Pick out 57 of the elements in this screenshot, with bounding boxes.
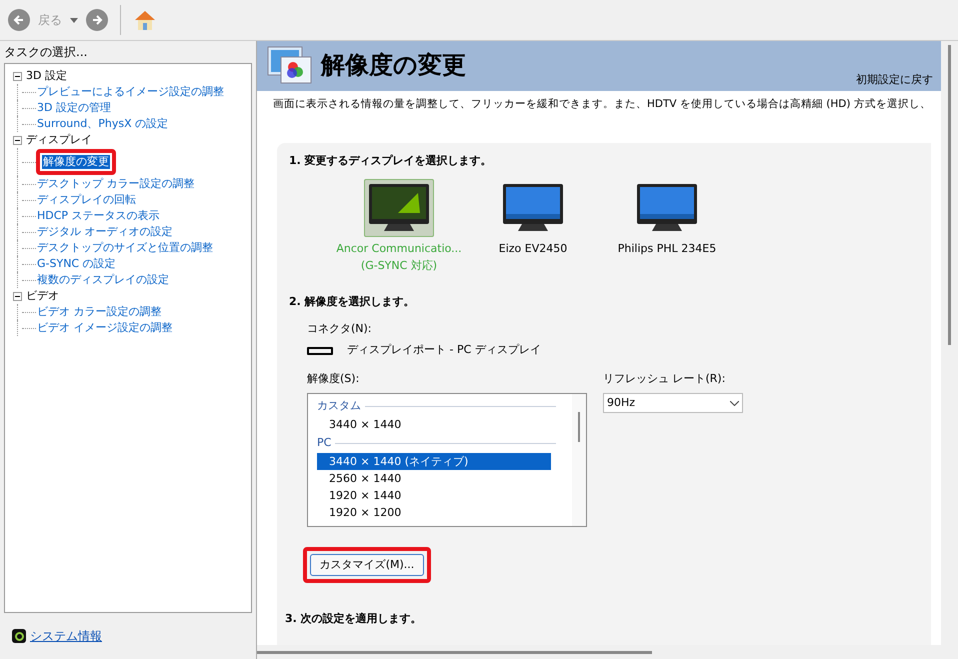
refresh-rate-dropdown[interactable]: 90Hz [603, 393, 743, 414]
display-option[interactable]: Eizo EV2450 [473, 179, 593, 274]
scrollbar-thumb[interactable] [578, 412, 580, 442]
collapse-toggle-icon[interactable] [13, 292, 22, 300]
tree-item[interactable]: 3D 設定の管理 [36, 100, 112, 116]
tree-item[interactable]: プレビューによるイメージ設定の調整 [36, 84, 225, 100]
tree-item[interactable]: ディスプレイの回転 [36, 192, 137, 208]
resolution-label: 解像度(S): [307, 370, 360, 387]
displayport-icon [307, 346, 333, 354]
resolution-option[interactable]: 3440 × 1440 (ネイティブ) [317, 453, 551, 470]
resolution-option[interactable]: 3440 × 1440 [317, 416, 551, 434]
group-header: PC [317, 435, 332, 451]
refresh-rate-label: リフレッシュ レート(R): [603, 370, 726, 387]
resolution-option[interactable]: 1920 × 1200 [317, 504, 551, 522]
monitor-icon [502, 183, 564, 234]
tree-item[interactable]: HDCP ステータスの表示 [36, 208, 161, 224]
tree-category[interactable]: ビデオ [26, 288, 59, 304]
collapse-toggle-icon[interactable] [13, 136, 22, 144]
tree-item[interactable]: ビデオ カラー設定の調整 [36, 304, 162, 320]
section-heading: 3. 次の設定を適用します。 [285, 611, 423, 628]
tree-item[interactable]: G-SYNC の設定 [36, 256, 117, 272]
system-info-link[interactable]: システム情報 [30, 627, 102, 645]
tree-category[interactable]: 3D 設定 [26, 68, 67, 84]
home-icon[interactable] [133, 9, 157, 31]
scrollbar-thumb[interactable] [948, 45, 951, 345]
connector-value: ディスプレイポート - PC ディスプレイ [347, 342, 541, 358]
connector-label: コネクタ(N): [307, 320, 373, 337]
tree-category[interactable]: ディスプレイ [26, 132, 92, 148]
display-option[interactable]: Philips PHL 234E5 [607, 179, 727, 274]
tree-item[interactable]: デスクトップ カラー設定の調整 [36, 176, 196, 192]
monitor-icon [636, 183, 698, 234]
tree-item[interactable]: デジタル オーディオの設定 [36, 224, 174, 240]
page-description: 画面に表示される情報の量を調整して、フリッカーを緩和できます。また、HDTV を使用している場合は高精細 (HD) 方式を選択し、 [272, 97, 932, 112]
section-heading: 1. 変更するディスプレイを選択します。 [289, 152, 493, 169]
display-name: Eizo EV2450 [498, 241, 568, 258]
tree-item[interactable]: 複数のディスプレイの設定 [36, 272, 170, 288]
tree-item[interactable]: Surround、PhysX の設定 [36, 116, 170, 132]
task-header: タスクの選択... [3, 44, 88, 61]
dropdown-caret-icon[interactable] [70, 18, 78, 22]
collapse-toggle-icon[interactable] [13, 72, 22, 80]
group-header: カスタム [317, 398, 361, 414]
customize-button[interactable]: カスタマイズ(M)... [310, 554, 424, 576]
display-subtitle: (G-SYNC 対応) [360, 258, 438, 274]
restore-defaults-link[interactable]: 初期設定に戻す [856, 72, 933, 88]
monitor-icon [368, 183, 430, 234]
tree-item[interactable]: 解像度の変更 [42, 155, 110, 169]
tree-item[interactable]: ビデオ イメージ設定の調整 [36, 320, 174, 336]
display-name: Ancor Communicatio... [336, 241, 462, 258]
resolution-option[interactable]: 2560 × 1440 [317, 470, 551, 488]
tree-item[interactable]: デスクトップのサイズと位置の調整 [36, 240, 214, 256]
page-title: 解像度の変更 [321, 50, 466, 81]
horizontal-scrollbar-thumb[interactable] [257, 650, 652, 654]
resolution-option[interactable]: 1920 × 1440 [317, 487, 551, 504]
section-heading: 2. 解像度を選択します。 [289, 294, 416, 310]
display-name: Philips PHL 234E5 [618, 241, 716, 258]
info-icon [12, 629, 26, 643]
chevron-down-icon [730, 400, 739, 406]
